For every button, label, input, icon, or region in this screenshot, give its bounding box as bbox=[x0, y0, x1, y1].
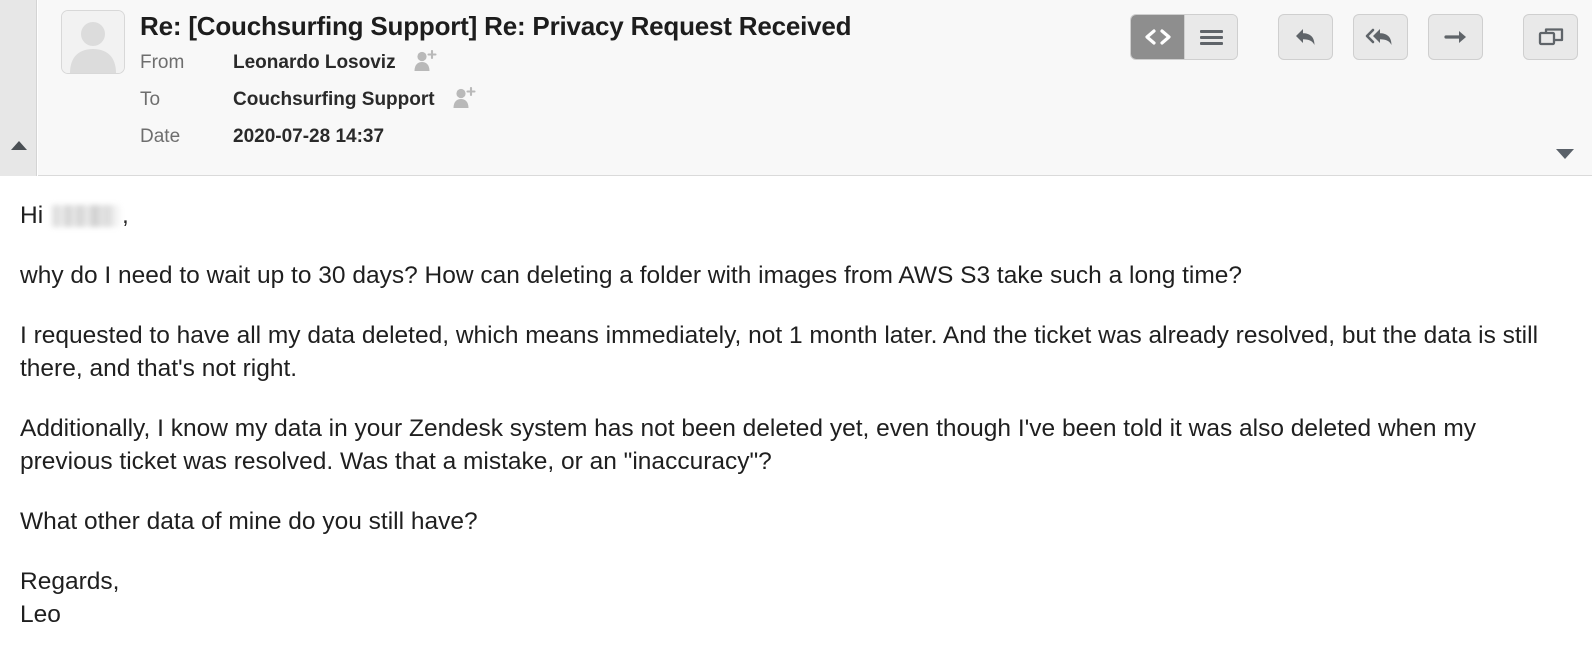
redacted-name bbox=[50, 205, 121, 227]
from-name: Leonardo Losoviz bbox=[233, 52, 396, 73]
add-contact-icon[interactable] bbox=[452, 87, 476, 109]
open-in-new-window-button[interactable] bbox=[1523, 14, 1578, 60]
body-paragraph: Additionally, I know my data in your Zen… bbox=[20, 415, 1477, 475]
header-row-to: To Couchsurfing Support bbox=[140, 81, 1592, 118]
from-label: From bbox=[140, 51, 185, 73]
greeting-line: Hi , bbox=[20, 199, 1572, 232]
sender-avatar bbox=[61, 10, 125, 74]
to-label: To bbox=[140, 88, 161, 110]
message-collapse-gutter[interactable] bbox=[0, 0, 37, 176]
collapse-up-arrow-icon[interactable] bbox=[11, 141, 27, 150]
header-row-date: Date 2020-07-28 14:37 bbox=[140, 118, 1592, 155]
chevron-down-icon[interactable] bbox=[1556, 149, 1574, 159]
signature-name: Leo bbox=[20, 601, 61, 628]
to-value: Couchsurfing Support bbox=[233, 87, 476, 112]
body-paragraph: What other data of mine do you still hav… bbox=[20, 508, 478, 535]
forward-button[interactable] bbox=[1428, 14, 1483, 60]
signature-block: Regards, Leo bbox=[20, 565, 1572, 631]
to-name: Couchsurfing Support bbox=[233, 89, 435, 110]
message-header: Re: [Couchsurfing Support] Re: Privacy R… bbox=[38, 0, 1592, 176]
date-value: 2020-07-28 14:37 bbox=[233, 125, 385, 147]
reply-all-button[interactable] bbox=[1353, 14, 1408, 60]
signoff-text: Regards, bbox=[20, 568, 120, 595]
email-message-viewer: Re: [Couchsurfing Support] Re: Privacy R… bbox=[0, 0, 1592, 660]
view-source-button[interactable] bbox=[1131, 15, 1184, 59]
view-plain-text-button[interactable] bbox=[1184, 15, 1237, 59]
message-body: Hi , why do I need to wait up to 30 days… bbox=[0, 177, 1592, 660]
message-toolbar bbox=[1130, 14, 1578, 60]
list-lines-icon bbox=[1199, 27, 1223, 48]
view-mode-segmented-control[interactable] bbox=[1130, 14, 1238, 60]
greeting-prefix: Hi bbox=[20, 202, 50, 229]
body-paragraph: I requested to have all my data deleted,… bbox=[20, 322, 1539, 382]
reply-button[interactable] bbox=[1278, 14, 1333, 60]
date-label: Date bbox=[140, 125, 181, 147]
add-contact-icon[interactable] bbox=[413, 50, 437, 72]
from-value: Leonardo Losoviz bbox=[233, 50, 437, 75]
body-paragraph: why do I need to wait up to 30 days? How… bbox=[20, 262, 1243, 289]
greeting-suffix: , bbox=[121, 202, 129, 229]
